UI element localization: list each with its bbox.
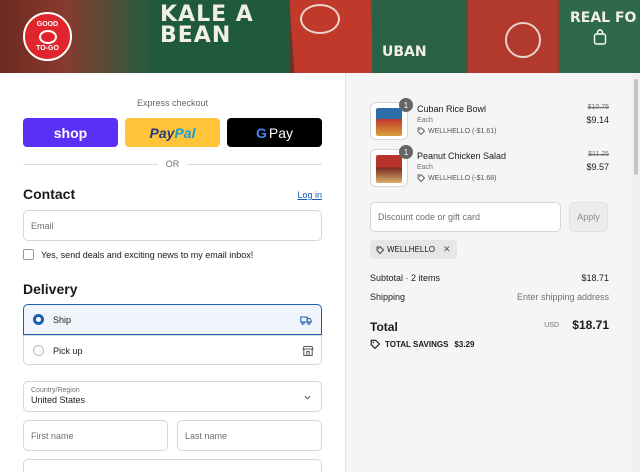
logo-text: TO-GO xyxy=(36,44,59,52)
newsletter-label: Yes, send deals and exciting news to my … xyxy=(41,249,254,260)
item-discount: WELLHELLO (-$1.68) xyxy=(417,174,496,182)
country-select[interactable]: Country/Region United States xyxy=(23,381,322,412)
newsletter-option[interactable]: Yes, send deals and exciting news to my … xyxy=(23,249,253,260)
shopping-bag-icon[interactable] xyxy=(593,29,607,45)
order-summary: 1 Cuban Rice Bowl Each WELLHELLO (-$1.61… xyxy=(345,73,632,472)
first-name-field[interactable]: First name xyxy=(23,420,168,451)
scribble-graphic xyxy=(505,22,541,58)
tag-icon xyxy=(417,127,425,135)
or-divider: OR xyxy=(23,159,322,169)
cart-item: 1 Cuban Rice Bowl Each WELLHELLO (-$1.61… xyxy=(370,98,609,142)
hero-text: KALE A BEAN xyxy=(160,2,254,48)
subtotal-row: Subtotal · 2 items $18.71 xyxy=(370,273,609,283)
product-unit: Each xyxy=(417,117,433,124)
savings-value: $3.29 xyxy=(454,339,475,349)
total-label: Total xyxy=(370,320,398,334)
total-value: $18.71 xyxy=(572,318,609,332)
express-checkout-title: Express checkout xyxy=(136,98,209,108)
applied-discount-chip: WELLHELLO ✕ xyxy=(370,240,457,259)
paypal-label: Pay xyxy=(149,124,175,141)
tag-icon xyxy=(417,174,425,182)
login-link[interactable]: Log in xyxy=(297,190,322,200)
discounted-price: $9.14 xyxy=(586,115,609,125)
total-savings: TOTAL SAVINGS $3.29 xyxy=(370,339,474,349)
first-name-placeholder: First name xyxy=(31,430,74,441)
chevron-down-icon xyxy=(304,395,311,400)
item-discount-label: WELLHELLO (-$1.61) xyxy=(428,127,497,135)
shipping-value: Enter shipping address xyxy=(516,292,609,302)
product-package-image xyxy=(372,0,464,73)
pickup-label: Pick up xyxy=(53,345,83,356)
delivery-option-ship[interactable]: Ship xyxy=(23,304,322,335)
total-row: Total USD $18.71 xyxy=(370,318,609,336)
hero-text: UBAN xyxy=(382,44,427,60)
product-name: Peanut Chicken Salad xyxy=(417,151,507,161)
savings-label: TOTAL SAVINGS xyxy=(385,339,449,349)
brand-logo[interactable]: GOOD TO-GO xyxy=(23,12,72,61)
paypal-button[interactable]: Pay Pal xyxy=(125,118,220,147)
address-field[interactable] xyxy=(23,459,322,472)
currency-code: USD xyxy=(544,322,559,329)
tag-icon xyxy=(376,246,384,254)
quantity-badge: 1 xyxy=(399,145,413,159)
hero-text: REAL FO xyxy=(570,10,637,26)
ship-label: Ship xyxy=(53,314,72,325)
item-discount: WELLHELLO (-$1.61) xyxy=(417,127,496,135)
gpay-label: Pay xyxy=(268,124,293,141)
paypal-label: Pal xyxy=(174,124,196,141)
delivery-option-pickup[interactable]: Pick up xyxy=(24,335,323,365)
last-name-placeholder: Last name xyxy=(185,430,228,441)
subtotal-value: $18.71 xyxy=(581,273,609,283)
item-discount-label: WELLHELLO (-$1.68) xyxy=(428,174,497,182)
scrollbar-thumb[interactable] xyxy=(634,79,638,175)
store-icon xyxy=(302,346,314,356)
hero-banner: KALE A BEAN REAL FO UBAN GOOD TO-GO xyxy=(0,0,640,73)
truck-icon xyxy=(300,316,312,325)
delivery-heading: Delivery xyxy=(23,281,78,297)
country-label: Country/Region xyxy=(31,387,80,394)
shop-pay-button[interactable]: shop xyxy=(23,118,118,147)
shipping-row: Shipping Enter shipping address xyxy=(370,292,609,302)
ship-radio[interactable] xyxy=(33,314,44,325)
or-label: OR xyxy=(165,159,180,169)
cart-item: 1 Peanut Chicken Salad Each WELLHELLO (-… xyxy=(370,145,609,189)
product-name: Cuban Rice Bowl xyxy=(417,104,487,114)
google-pay-button[interactable]: G Pay xyxy=(227,118,322,147)
logo-text: GOOD xyxy=(36,20,59,28)
page-scrollbar[interactable] xyxy=(632,73,640,472)
product-unit: Each xyxy=(417,164,433,171)
original-price: $11.25 xyxy=(588,151,609,158)
google-g-icon: G xyxy=(255,124,267,141)
checkout-form: Express checkout shop Pay Pal G Pay OR Con… xyxy=(0,73,345,472)
apply-button[interactable]: Apply xyxy=(569,202,608,232)
tag-icon xyxy=(370,339,380,349)
shipping-label: Shipping xyxy=(370,292,406,302)
contact-heading: Contact xyxy=(23,186,76,202)
pickup-radio[interactable] xyxy=(33,345,44,356)
delivery-method-group: Ship Pick up xyxy=(23,304,323,365)
quantity-badge: 1 xyxy=(399,98,413,112)
original-price: $10.75 xyxy=(587,104,609,111)
newsletter-checkbox[interactable] xyxy=(23,249,34,260)
email-field[interactable]: Email xyxy=(23,210,322,241)
scribble-graphic xyxy=(300,4,340,34)
remove-discount-icon[interactable]: ✕ xyxy=(443,244,451,255)
applied-code: WELLHELLO xyxy=(387,245,436,254)
country-value: United States xyxy=(31,395,86,405)
email-placeholder: Email xyxy=(31,220,54,231)
discounted-price: $9.57 xyxy=(586,162,609,172)
discount-placeholder: Discount code or gift card xyxy=(378,212,481,222)
discount-code-input[interactable]: Discount code or gift card xyxy=(370,202,561,232)
last-name-field[interactable]: Last name xyxy=(177,420,322,451)
logo-swirl-icon xyxy=(38,29,57,44)
subtotal-label: Subtotal · 2 items xyxy=(370,273,441,283)
